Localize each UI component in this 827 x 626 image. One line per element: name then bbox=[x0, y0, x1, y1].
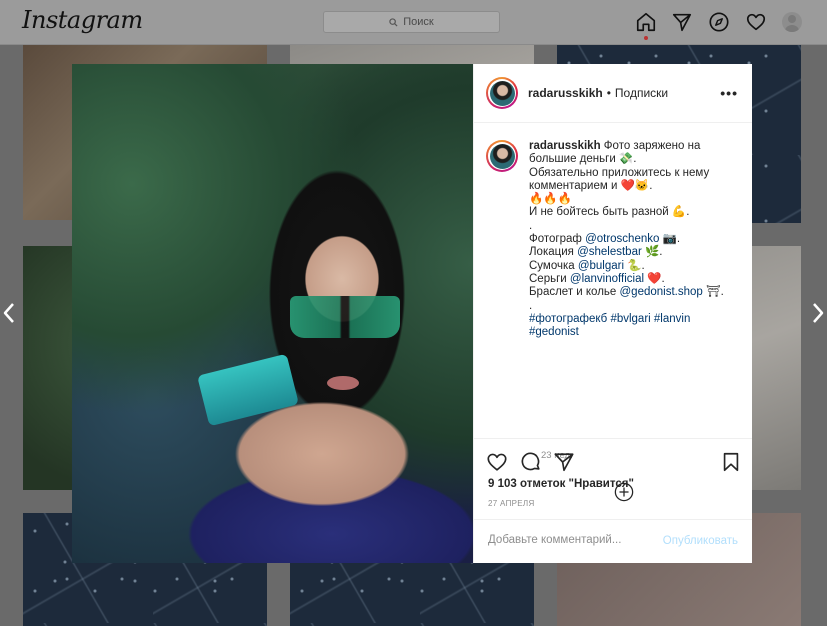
caption-line: 🔥🔥🔥 bbox=[529, 193, 572, 206]
add-comment-section: Опубликовать bbox=[474, 519, 752, 563]
post-side-panel: radarusskikh • Подписки ••• radarusskikh… bbox=[473, 64, 752, 563]
caption-text: radarusskikh Фото заряжено на большие де… bbox=[529, 140, 751, 339]
share-icon[interactable] bbox=[553, 451, 575, 473]
post-date: 27 АПРЕЛЯ bbox=[488, 499, 535, 508]
photo-detail bbox=[327, 376, 359, 390]
caption-author-username[interactable]: radarusskikh bbox=[529, 140, 601, 152]
search-box[interactable]: Поиск bbox=[323, 11, 500, 33]
caption-line: комментарием и ❤️🐱. bbox=[529, 179, 653, 192]
caption-line: 🐍. bbox=[624, 259, 645, 272]
caption-line: Серьги bbox=[529, 272, 570, 285]
author-avatar[interactable] bbox=[486, 77, 518, 109]
caption-line: Фото заряжено на bbox=[600, 140, 701, 152]
home-icon[interactable] bbox=[635, 11, 657, 33]
author-username[interactable]: radarusskikh bbox=[528, 86, 603, 100]
photo-detail bbox=[197, 353, 299, 427]
photo-detail bbox=[290, 296, 400, 338]
caption-line: Фотограф bbox=[529, 233, 586, 246]
mention-link[interactable]: @otroschenko bbox=[585, 233, 659, 245]
post-header: radarusskikh • Подписки ••• bbox=[474, 64, 752, 123]
caption-line: 🌿. bbox=[641, 246, 663, 259]
actions-divider bbox=[474, 438, 752, 439]
hashtag-links[interactable]: #gedonist bbox=[529, 326, 751, 339]
header-separator: • bbox=[606, 86, 611, 100]
top-navigation-bar: Instagram Поиск bbox=[0, 0, 827, 45]
instagram-logo[interactable]: Instagram bbox=[22, 6, 143, 34]
caption-line: 📷. bbox=[659, 233, 681, 246]
caption-line: Сумочка bbox=[529, 259, 578, 272]
caption-line: ❤️. bbox=[644, 272, 665, 285]
caption-line: И не бойтесь быть разной 💪. bbox=[529, 206, 690, 219]
more-options-icon[interactable]: ••• bbox=[720, 85, 738, 101]
hashtag-links[interactable]: #фотографекб #bvlgari #lanvin bbox=[529, 313, 751, 326]
explore-icon[interactable] bbox=[708, 11, 730, 33]
like-heart-icon[interactable] bbox=[486, 451, 508, 473]
following-status-button[interactable]: Подписки bbox=[615, 86, 668, 100]
comment-icon[interactable] bbox=[520, 451, 542, 473]
mention-link[interactable]: @bulgari bbox=[578, 260, 624, 272]
search-icon bbox=[389, 17, 398, 27]
mention-link[interactable]: @shelestbar bbox=[577, 246, 642, 258]
direct-icon[interactable] bbox=[671, 11, 693, 33]
home-active-dot bbox=[644, 36, 648, 40]
caption-line: Локация bbox=[529, 246, 578, 259]
caption-line: большие деньги 💸. bbox=[529, 153, 637, 166]
profile-avatar-icon[interactable] bbox=[782, 12, 802, 32]
publish-button[interactable]: Опубликовать bbox=[663, 535, 738, 547]
activity-heart-icon[interactable] bbox=[745, 11, 767, 33]
previous-post-arrow-icon[interactable] bbox=[2, 302, 16, 324]
comment-input[interactable] bbox=[488, 534, 658, 546]
caption-line: Браслет и колье bbox=[529, 286, 620, 299]
caption-line: Обязательно приложитесь к нему bbox=[529, 166, 710, 179]
caption-author-avatar[interactable] bbox=[486, 140, 518, 172]
post-photo[interactable] bbox=[72, 64, 473, 563]
next-post-arrow-icon[interactable] bbox=[811, 302, 825, 324]
mention-link[interactable]: @gedonist.shop bbox=[620, 286, 703, 298]
caption-line: . bbox=[529, 299, 533, 312]
mention-link[interactable]: @lanvinofficial bbox=[570, 273, 644, 285]
caption-line: . bbox=[529, 219, 533, 232]
likes-count[interactable]: 9 103 отметок "Нравится" bbox=[488, 478, 634, 490]
caption-line: ⛩. bbox=[702, 286, 724, 299]
search-placeholder: Поиск bbox=[403, 16, 434, 28]
save-bookmark-icon[interactable] bbox=[720, 451, 742, 473]
